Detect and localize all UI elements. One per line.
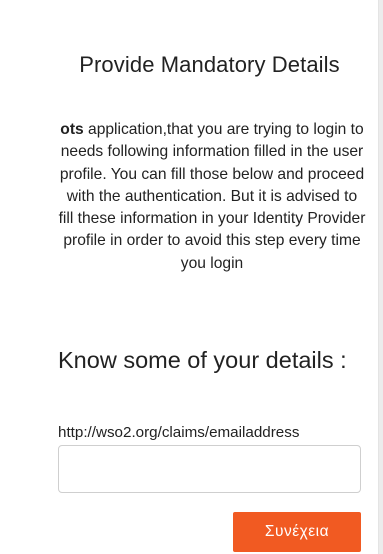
details-section-heading: Know some of your details : xyxy=(58,347,347,373)
intro-message: ots application,that you are trying to l… xyxy=(58,119,366,275)
consent-form-card: Provide Mandatory Details ots applicatio… xyxy=(0,0,379,554)
continue-button[interactable]: Συνέχεια xyxy=(233,512,361,552)
email-claim-input[interactable] xyxy=(58,445,361,493)
application-name: ots xyxy=(60,121,84,138)
page-title: Provide Mandatory Details xyxy=(79,52,340,77)
email-claim-label: http://wso2.org/claims/emailaddress xyxy=(58,424,300,441)
intro-message-text: application,that you are trying to login… xyxy=(58,121,366,272)
